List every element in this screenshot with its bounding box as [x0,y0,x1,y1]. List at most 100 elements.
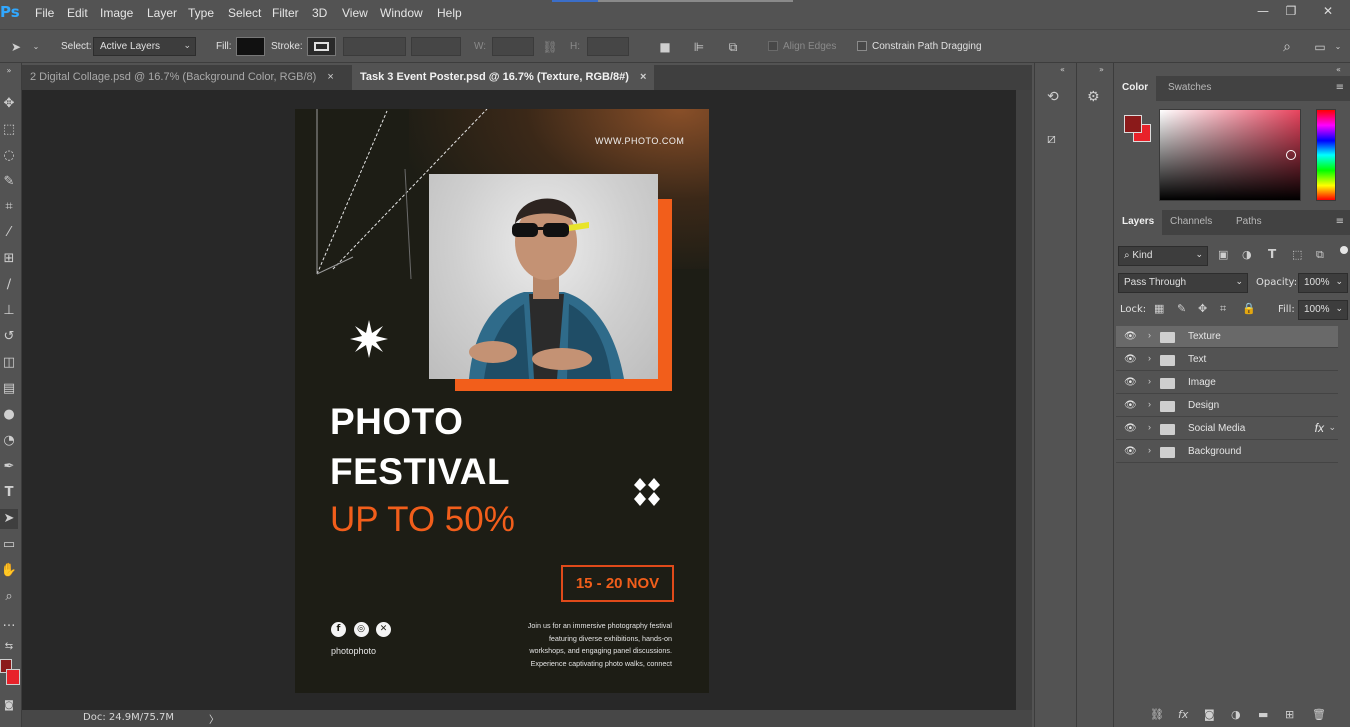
crop-tool-icon[interactable]: ⌗ [0,197,18,217]
collapse-arrows-icon[interactable]: » [0,61,18,81]
adjustment-layer-icon[interactable]: ◑ [1231,708,1241,721]
path-arrangement-icon[interactable]: ⧉ [725,39,741,55]
tab-event-poster[interactable]: Task 3 Event Poster.psd @ 16.7% (Texture… [352,65,655,90]
marquee-tool-icon[interactable]: ⬚ [0,120,18,140]
menu-edit[interactable]: Edit [67,6,88,20]
menu-file[interactable]: File [35,6,54,20]
tool-preset-chevron-icon[interactable]: ⌄ [28,39,44,55]
tab-digital-collage[interactable]: 2 Digital Collage.psd @ 16.7% (Backgroun… [22,65,342,90]
width-input[interactable] [492,37,534,56]
fill-swatch[interactable] [236,37,265,56]
lock-transparent-icon[interactable]: ▦ [1154,302,1164,315]
tab-paths[interactable]: Paths [1228,210,1270,235]
menu-image[interactable]: Image [100,6,133,20]
lasso-tool-icon[interactable]: ◌ [0,146,18,166]
layer-row-social-media[interactable]: 👁 › Social Media fx ⌄ [1116,418,1338,440]
type-tool-icon[interactable]: T [0,483,18,503]
layer-row-texture[interactable]: 👁 › Texture [1116,326,1338,348]
smart-object-filter-icon[interactable]: ⧉ [1316,248,1324,262]
lock-position-icon[interactable]: ✥ [1198,302,1207,315]
workspace-icon[interactable]: ▭ [1312,39,1328,55]
tab-color[interactable]: Color [1114,76,1157,101]
more-tools-icon[interactable]: … [0,613,18,633]
restore-button[interactable]: ❐ [1281,4,1301,20]
trash-icon[interactable]: 🗑 [1312,708,1326,721]
lock-artboard-icon[interactable]: ⌗ [1220,302,1226,316]
workspace-chevron-icon[interactable]: ⌄ [1330,39,1346,55]
history-brush-tool-icon[interactable]: ↺ [0,327,18,347]
link-layers-icon[interactable]: ⛓ [1150,708,1164,721]
brush-tool-icon[interactable]: ∕ [0,275,18,295]
layer-row-image[interactable]: 👁 › Image [1116,372,1338,394]
transform-panel-icon[interactable]: ⧄ [1047,131,1056,147]
add-layer-style-icon[interactable]: fx [1178,708,1188,721]
path-alignment-icon[interactable]: ⊫ [691,39,707,55]
stroke-swatch[interactable] [307,37,336,56]
status-menu-arrow[interactable]: 〉 [209,711,219,726]
menu-filter[interactable]: Filter [272,6,299,20]
move-tool-icon[interactable]: ✥ [0,94,18,114]
menu-help[interactable]: Help [437,6,462,20]
eye-icon[interactable]: 👁 [1124,331,1138,343]
quick-mask-icon[interactable]: ◙ [0,696,18,716]
chevron-down-icon[interactable]: ⌄ [1328,422,1336,433]
path-selection-tool-icon[interactable]: ➤ [0,509,18,529]
layer-kind-filter[interactable]: ⌕ Kind ⌄ [1118,246,1208,266]
eye-icon[interactable]: 👁 [1124,446,1138,458]
stroke-type-dropdown[interactable] [411,37,461,56]
history-panel-icon[interactable]: ⟲ [1047,89,1059,105]
menu-3d[interactable]: 3D [312,6,327,20]
chevron-right-icon[interactable]: › [1148,445,1151,455]
chevron-right-icon[interactable]: › [1148,376,1151,386]
pen-tool-icon[interactable]: ✒ [0,457,18,477]
dodge-tool-icon[interactable]: ◔ [0,431,18,451]
tab-channels[interactable]: Channels [1162,210,1220,235]
close-tab-icon[interactable]: × [327,71,333,83]
eye-icon[interactable]: 👁 [1124,400,1138,412]
pixel-filter-icon[interactable]: ▣ [1218,248,1228,261]
panel-menu-icon[interactable]: ≡ [1336,216,1344,227]
layer-effects-icon[interactable]: fx [1315,421,1324,435]
adjustment-filter-icon[interactable]: ◑ [1242,248,1252,261]
eye-icon[interactable]: 👁 [1124,377,1138,389]
close-tab-icon[interactable]: × [640,71,646,83]
constrain-path-checkbox[interactable] [857,41,867,51]
hand-tool-icon[interactable]: ✋ [0,561,18,581]
link-icon[interactable]: ⛓ [542,39,558,55]
menu-layer[interactable]: Layer [147,6,177,20]
lock-all-icon[interactable]: 🔒 [1242,302,1256,315]
type-filter-icon[interactable]: T [1268,247,1276,261]
layer-row-background[interactable]: 👁 › Background [1116,441,1338,463]
shape-filter-icon[interactable]: ⬚ [1292,248,1302,261]
tab-swatches[interactable]: Swatches [1160,76,1219,101]
background-color-swatch[interactable] [6,669,20,685]
collapse-arrows-icon[interactable]: » [1099,65,1104,74]
path-operations-icon[interactable]: ■ [657,39,673,55]
opacity-input[interactable]: 100% ⌄ [1298,273,1348,293]
swap-colors-icon[interactable]: ⇆ [0,637,18,657]
eye-icon[interactable]: 👁 [1124,354,1138,366]
height-input[interactable] [587,37,629,56]
layer-row-text[interactable]: 👁 › Text [1116,349,1338,371]
fill-input[interactable]: 100% ⌄ [1298,300,1348,320]
stroke-width-input[interactable] [343,37,406,56]
vertical-scrollbar[interactable] [1016,90,1032,710]
panel-menu-icon[interactable]: ≡ [1336,82,1344,93]
chevron-right-icon[interactable]: › [1148,399,1151,409]
align-edges-checkbox[interactable] [768,41,778,51]
menu-select[interactable]: Select [228,6,261,20]
collapse-arrows-icon[interactable]: « [1336,65,1341,74]
healing-brush-tool-icon[interactable]: ⊞ [0,249,18,269]
new-group-icon[interactable]: ▬ [1258,708,1268,721]
quick-selection-tool-icon[interactable]: ✎ [0,172,18,192]
minimize-button[interactable]: — [1253,4,1273,20]
blend-mode-dropdown[interactable]: Pass Through ⌄ [1118,273,1248,293]
color-panel-foreground[interactable] [1124,115,1142,133]
clone-stamp-tool-icon[interactable]: ⊥ [0,301,18,321]
new-layer-icon[interactable]: ⊞ [1285,708,1294,721]
gradient-tool-icon[interactable]: ▤ [0,379,18,399]
eye-icon[interactable]: 👁 [1124,423,1138,435]
select-dropdown[interactable]: Active Layers ⌄ [93,37,196,56]
properties-panel-icon[interactable]: ⚙ [1087,89,1100,105]
collapse-arrows-icon[interactable]: « [1060,65,1065,74]
